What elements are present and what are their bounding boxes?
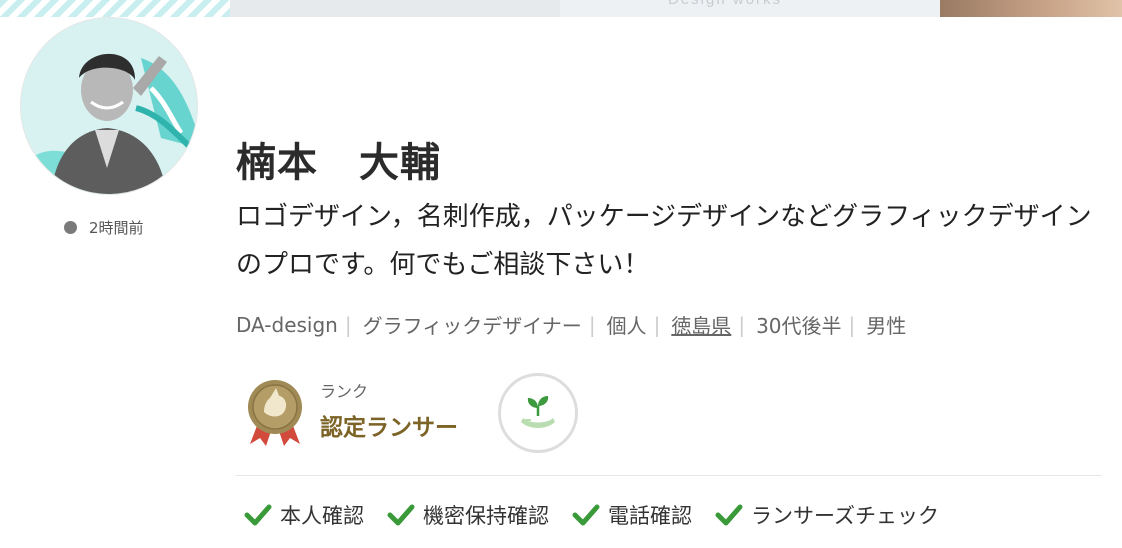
section-divider — [236, 475, 1102, 476]
banner-photo — [940, 0, 1122, 17]
meta-separator: | — [738, 312, 746, 337]
rank-value: 認定ランサー — [320, 415, 458, 441]
verification-label: 電話確認 — [608, 504, 692, 528]
meta-type: 個人 — [606, 314, 647, 338]
verification-item: 機密保持確認 — [387, 500, 549, 530]
meta-age: 30代後半 — [756, 314, 842, 338]
rank-label: ランク — [320, 382, 369, 401]
avatar-portrait-icon — [21, 18, 197, 194]
rank-medal-icon — [248, 380, 302, 446]
rank-section[interactable]: ランク 認定ランサー — [246, 378, 458, 448]
verification-item: 電話確認 — [572, 500, 692, 530]
verification-label: 機密保持確認 — [423, 504, 549, 528]
sprout-hand-icon — [521, 396, 555, 428]
checkmark-icon — [572, 504, 600, 526]
meta-prefecture-link[interactable]: 徳島県 — [671, 310, 731, 339]
profile-meta: DA-design | グラフィックデザイナー | 個人 | 徳島県 | 30代… — [236, 310, 906, 339]
meta-separator: | — [344, 312, 352, 337]
meta-separator: | — [653, 312, 661, 337]
checkmark-icon — [244, 504, 272, 526]
meta-gender: 男性 — [866, 314, 907, 338]
meta-separator: | — [848, 312, 856, 337]
checkmark-icon — [715, 504, 743, 526]
banner-band — [230, 0, 560, 17]
profile-catchphrase: ロゴデザイン，名刺作成，パッケージデザインなどグラフィックデザインのプロです。何… — [236, 202, 1092, 280]
checkmark-icon — [387, 504, 415, 526]
header-banner: Design works — [0, 0, 1122, 17]
last-login-time: 2時間前 — [89, 219, 144, 237]
profile-name: 楠本 大輔 — [236, 140, 441, 186]
verification-item: 本人確認 — [244, 500, 364, 530]
beginner-badge[interactable] — [498, 373, 578, 453]
verification-item: ランサーズチェック — [715, 500, 939, 530]
rank-text: ランク 認定ランサー — [320, 378, 458, 442]
online-status: 2時間前 — [64, 217, 144, 238]
status-dot-icon — [64, 221, 77, 234]
verification-list: 本人確認 機密保持確認 電話確認 ランサーズチェック — [244, 500, 962, 530]
avatar[interactable] — [20, 17, 198, 195]
meta-company: DA-design — [236, 312, 338, 337]
banner-mark: Design works — [668, 0, 782, 8]
meta-occupation: グラフィックデザイナー — [362, 314, 582, 338]
verification-label: ランサーズチェック — [751, 504, 939, 528]
verification-label: 本人確認 — [280, 504, 364, 528]
meta-separator: | — [588, 312, 596, 337]
